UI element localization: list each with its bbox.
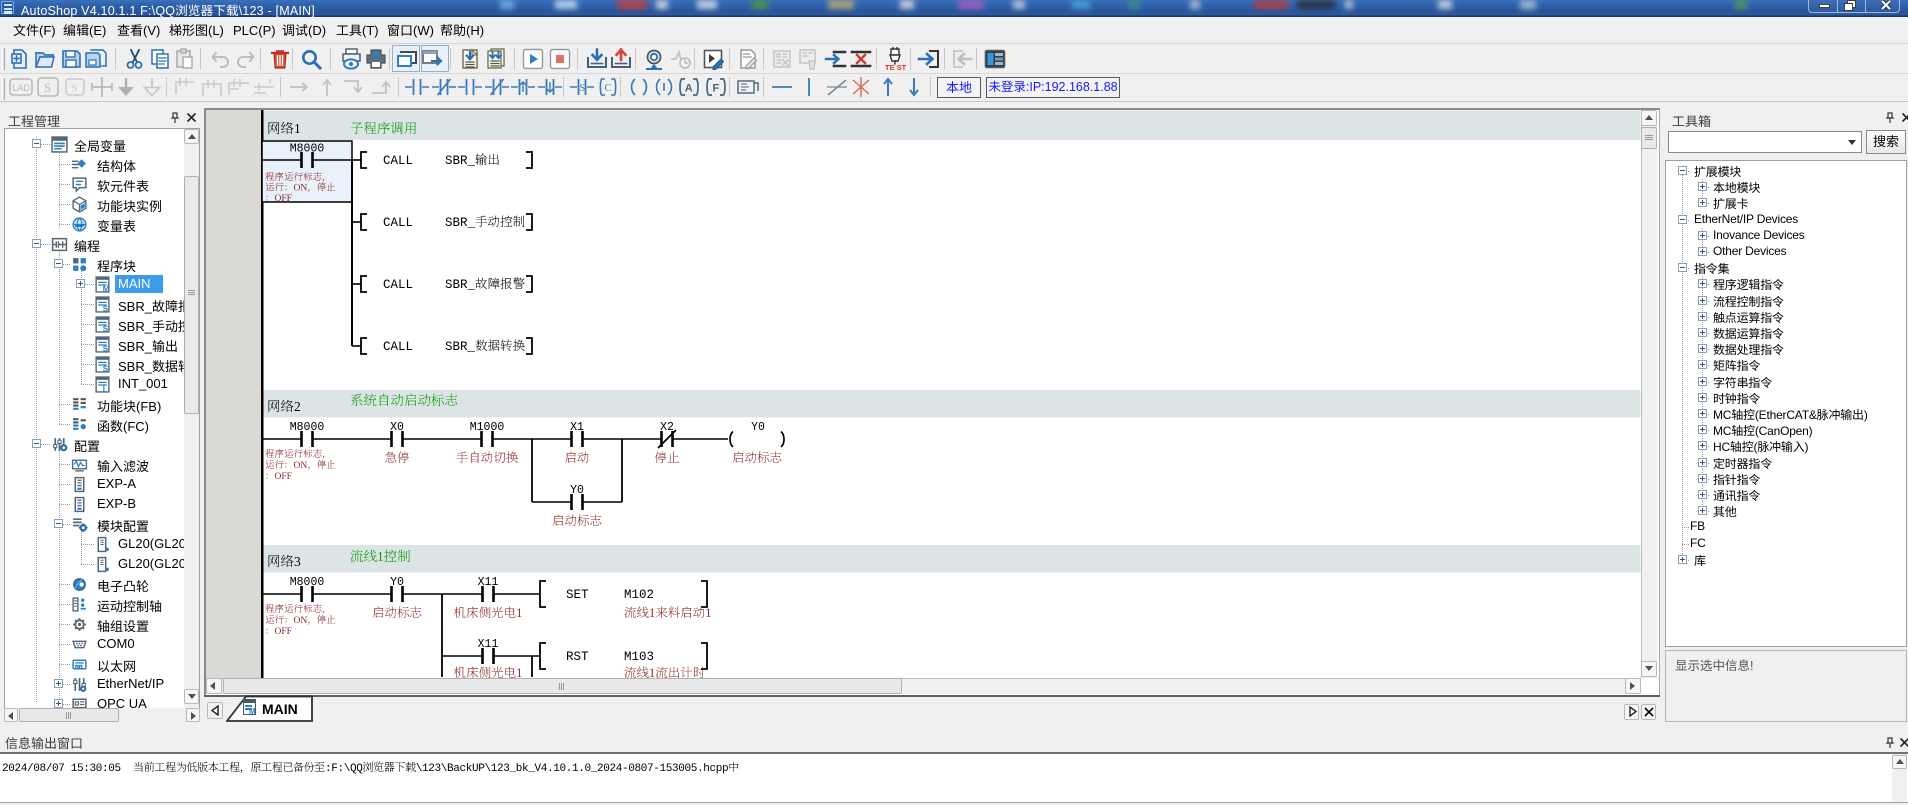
svg-text:M8000: M8000 [290, 576, 325, 589]
svg-text:启动: 启动 [564, 451, 590, 465]
svg-text:SBR_数据转换: SBR_数据转换 [445, 339, 526, 354]
svg-text:运行：ON，停止: 运行：ON，停止 [265, 182, 336, 194]
svg-text:CALL: CALL [383, 216, 413, 230]
svg-text:F: F [713, 83, 720, 95]
svg-text:X1: X1 [570, 421, 584, 434]
svg-text:SBR_输出: SBR_输出 [445, 153, 500, 168]
svg-text:M8000: M8000 [290, 143, 325, 156]
svg-text:网络1: 网络1 [267, 121, 301, 136]
svg-text:C: C [605, 83, 612, 94]
svg-text:X2: X2 [660, 421, 674, 434]
svg-text:TE ST: TE ST [885, 63, 907, 71]
svg-text:网络3: 网络3 [267, 554, 301, 569]
svg-text:运行：ON，停止: 运行：ON，停止 [265, 459, 336, 471]
svg-text:程序运行标志，: 程序运行标志， [265, 603, 332, 615]
svg-text:系统自动启动标志: 系统自动启动标志 [350, 393, 458, 408]
svg-text:启动标志: 启动标志 [372, 606, 422, 620]
svg-text:子程序调用: 子程序调用 [350, 121, 418, 136]
svg-text:流线1控制: 流线1控制 [350, 549, 411, 564]
svg-text:：OFF: ：OFF [265, 194, 292, 204]
svg-text:S: S [580, 83, 586, 94]
svg-text:A: A [685, 83, 693, 95]
svg-text:：OFF: ：OFF [265, 472, 292, 482]
svg-text:CALL: CALL [383, 340, 413, 354]
svg-text:S: S [103, 304, 108, 313]
svg-text:CALL: CALL [383, 154, 413, 168]
svg-text:M: M [103, 284, 110, 293]
svg-text:X11: X11 [478, 638, 499, 651]
svg-text:程序运行标志，: 程序运行标志， [265, 171, 332, 183]
svg-text:Y0: Y0 [570, 484, 584, 497]
svg-text:手自动切换: 手自动切换 [456, 451, 519, 465]
svg-text:X0: X0 [390, 421, 404, 434]
svg-text:S: S [103, 324, 108, 333]
svg-text:SBR_手动控制: SBR_手动控制 [445, 215, 526, 230]
svg-text:S: S [44, 80, 51, 95]
svg-text:SBR_故障报警: SBR_故障报警 [445, 277, 526, 292]
svg-text:停止: 停止 [654, 451, 680, 465]
svg-text:网络2: 网络2 [267, 399, 301, 414]
svg-text:程序运行标志，: 程序运行标志， [265, 448, 332, 460]
svg-text:I: I [103, 384, 105, 393]
svg-text:流线1来料启动1: 流线1来料启动1 [624, 606, 712, 620]
svg-text:启动标志: 启动标志 [732, 451, 782, 465]
svg-text:机床侧光电1: 机床侧光电1 [454, 606, 523, 620]
svg-text:运行：ON，停止: 运行：ON，停止 [265, 614, 336, 626]
svg-text:S: S [72, 83, 78, 95]
svg-text:M1000: M1000 [470, 421, 505, 434]
svg-text:RST: RST [566, 650, 589, 664]
svg-text:流线1流出计时: 流线1流出计时 [624, 666, 706, 678]
svg-text:M8000: M8000 [290, 421, 325, 434]
svg-text:急停: 急停 [384, 451, 409, 465]
svg-text:启动标志: 启动标志 [552, 514, 602, 528]
svg-text:X11: X11 [478, 576, 499, 589]
svg-text:机床侧光电1: 机床侧光电1 [454, 666, 523, 678]
svg-text:S: S [103, 364, 108, 373]
svg-text:LAD: LAD [13, 83, 31, 93]
svg-text:M102: M102 [624, 588, 654, 602]
svg-text:Y0: Y0 [751, 421, 765, 434]
svg-text:M103: M103 [624, 650, 654, 664]
svg-text:SET: SET [566, 588, 589, 602]
svg-text:Y0: Y0 [390, 576, 404, 589]
svg-text:CALL: CALL [383, 278, 413, 292]
svg-text:：OFF: ：OFF [265, 627, 292, 637]
svg-text:S: S [103, 344, 108, 353]
